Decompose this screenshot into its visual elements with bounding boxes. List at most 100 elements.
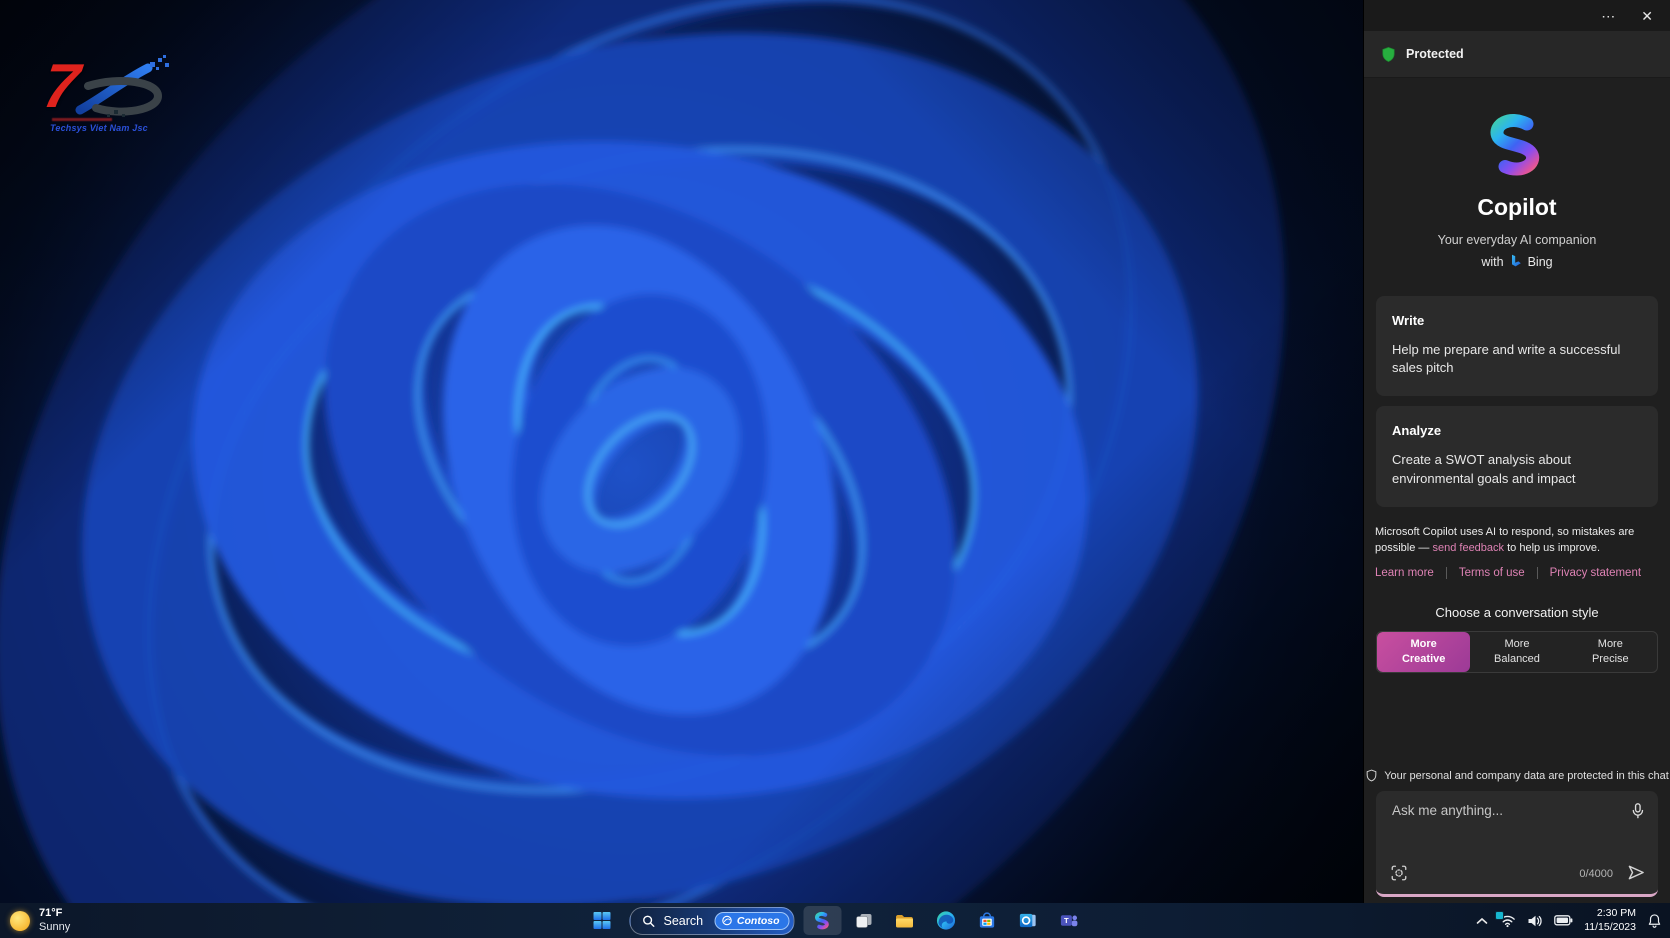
style-line1: More <box>1504 637 1530 650</box>
copilot-titlebar: ⋯ ✕ <box>1364 0 1670 31</box>
bing-logo-icon <box>1511 254 1521 267</box>
terms-of-use-link[interactable]: Terms of use <box>1459 567 1525 579</box>
task-view-glyph <box>855 914 871 928</box>
chat-input[interactable] <box>1390 801 1614 849</box>
taskbar-center: Search Contoso T <box>583 906 1088 935</box>
privacy-note: Your personal and company data are prote… <box>1364 769 1670 782</box>
bing-word: Bing <box>1527 255 1553 269</box>
contoso-logo-icon <box>722 915 733 926</box>
store-glyph <box>979 912 994 928</box>
notifications-bell-icon[interactable] <box>1647 913 1662 929</box>
visual-search-button[interactable] <box>1388 862 1410 887</box>
copilot-taskbar-glyph <box>815 911 829 929</box>
start-button[interactable] <box>583 906 621 935</box>
clock-date: 11/15/2023 <box>1584 920 1636 933</box>
ai-disclaimer: Microsoft Copilot uses AI to respond, so… <box>1364 524 1670 557</box>
teams-icon[interactable]: T <box>1050 906 1088 935</box>
screen: 7 Techsys Viet Nam Jsc ⋯ ✕ Protected Cop… <box>0 0 1670 938</box>
taskbar-search[interactable]: Search Contoso <box>629 906 795 935</box>
style-line1: More <box>1597 637 1623 650</box>
style-more-precise[interactable]: More Precise <box>1564 632 1657 672</box>
search-icon <box>643 915 655 927</box>
with-word: with <box>1481 255 1504 269</box>
weather-widget[interactable]: 71°F Sunny <box>10 907 70 933</box>
send-feedback-link[interactable]: send feedback <box>1432 542 1504 554</box>
protected-banner: Protected <box>1364 31 1670 78</box>
taskbar-copilot-icon[interactable] <box>803 906 842 935</box>
techsys-logo-caption: Techsys Viet Nam Jsc <box>50 123 148 133</box>
suggestion-cards: Write Help me prepare and write a succes… <box>1364 296 1670 507</box>
conversation-style-heading: Choose a conversation style <box>1435 604 1599 620</box>
wifi-icon[interactable] <box>1495 910 1516 928</box>
microsoft-store-icon[interactable] <box>968 906 1006 935</box>
contoso-label: Contoso <box>736 914 780 927</box>
mic-button[interactable] <box>1627 800 1649 825</box>
copilot-title: Copilot <box>1477 194 1557 220</box>
card-text: Help me prepare and write a successful s… <box>1392 342 1621 376</box>
speaker-icon[interactable] <box>1527 914 1543 928</box>
search-label: Search <box>663 913 704 928</box>
style-line1: More <box>1410 637 1437 650</box>
style-line2: Creative <box>1401 652 1446 665</box>
divider <box>1445 566 1447 579</box>
style-line2: Precise <box>1591 652 1629 665</box>
card-text: Create a SWOT analysis about environment… <box>1392 452 1576 486</box>
sun-icon <box>10 910 30 931</box>
composer-toolbar: 0/4000 <box>1388 861 1648 887</box>
privacy-note-text: Your personal and company data are prote… <box>1384 769 1669 782</box>
style-line2: Balanced <box>1494 652 1540 665</box>
task-view-icon[interactable] <box>845 906 883 935</box>
suggestion-card-write[interactable]: Write Help me prepare and write a succes… <box>1376 296 1658 397</box>
tray-chevron-up-icon[interactable] <box>1476 917 1488 925</box>
svg-text:T: T <box>1063 916 1068 925</box>
mic-icon <box>1632 803 1644 819</box>
conversation-style-tabs: More Creative More Balanced More Precise <box>1376 630 1658 673</box>
edge-glyph <box>936 911 955 930</box>
learn-more-link[interactable]: Learn more <box>1375 567 1434 579</box>
weather-temp: 71°F <box>39 907 63 920</box>
weather-condition: Sunny <box>39 920 71 933</box>
system-tray: 2:30 PM 11/15/2023 <box>1476 907 1662 934</box>
taskbar: 71°F Sunny Search Contoso T 2:30 PM 11/1… <box>0 903 1670 938</box>
clock-widget[interactable]: 2:30 PM 11/15/2023 <box>1584 907 1636 934</box>
copilot-brand: Copilot Your everyday AI companion with … <box>1364 110 1670 270</box>
contoso-badge: Contoso <box>714 911 790 930</box>
shield-outline-icon <box>1366 769 1377 782</box>
visual-search-icon <box>1391 865 1407 880</box>
divider <box>1536 566 1538 579</box>
chat-composer: 0/4000 <box>1376 791 1658 897</box>
techsys-logo-tagline <box>52 118 112 121</box>
send-button[interactable] <box>1625 861 1648 887</box>
shield-protected-icon <box>1382 46 1395 62</box>
outlook-glyph <box>1019 913 1036 928</box>
wifi-badge <box>1495 910 1505 920</box>
send-icon <box>1628 865 1644 880</box>
copilot-logo-icon <box>1490 114 1540 176</box>
copilot-panel: ⋯ ✕ Protected Copilot Your everyday AI c… <box>1363 0 1670 903</box>
style-more-creative[interactable]: More Creative <box>1377 631 1471 672</box>
teams-glyph: T <box>1060 915 1077 927</box>
file-explorer-icon[interactable] <box>886 906 924 935</box>
protected-label: Protected <box>1406 47 1464 61</box>
outlook-icon[interactable] <box>1009 906 1047 935</box>
privacy-statement-link[interactable]: Privacy statement <box>1550 567 1641 579</box>
suggestion-card-analyze[interactable]: Analyze Create a SWOT analysis about env… <box>1376 406 1658 507</box>
battery-icon[interactable] <box>1554 915 1573 926</box>
disclaimer-text-end: to help us improve. <box>1504 542 1601 555</box>
wallpaper-vignette <box>0 0 1363 903</box>
techsys-logo: 7 Techsys Viet Nam Jsc <box>39 52 176 148</box>
edge-browser-icon[interactable] <box>927 906 965 935</box>
more-options-button[interactable]: ⋯ <box>1601 9 1615 23</box>
footer-links: Learn more Terms of use Privacy statemen… <box>1364 566 1670 579</box>
copilot-subtitle: Your everyday AI companion <box>1437 233 1597 247</box>
clock-time: 2:30 PM <box>1596 906 1636 919</box>
card-category: Analyze <box>1392 423 1442 439</box>
desktop-wallpaper: 7 Techsys Viet Nam Jsc <box>0 0 1363 903</box>
style-more-balanced[interactable]: More Balanced <box>1470 632 1563 672</box>
close-button[interactable]: ✕ <box>1641 9 1653 23</box>
char-counter: 0/4000 <box>1579 868 1613 880</box>
folder-glyph <box>896 914 913 927</box>
card-category: Write <box>1392 313 1425 328</box>
windows-start-icon <box>593 912 610 929</box>
composer-area: Your personal and company data are prote… <box>1364 769 1670 903</box>
